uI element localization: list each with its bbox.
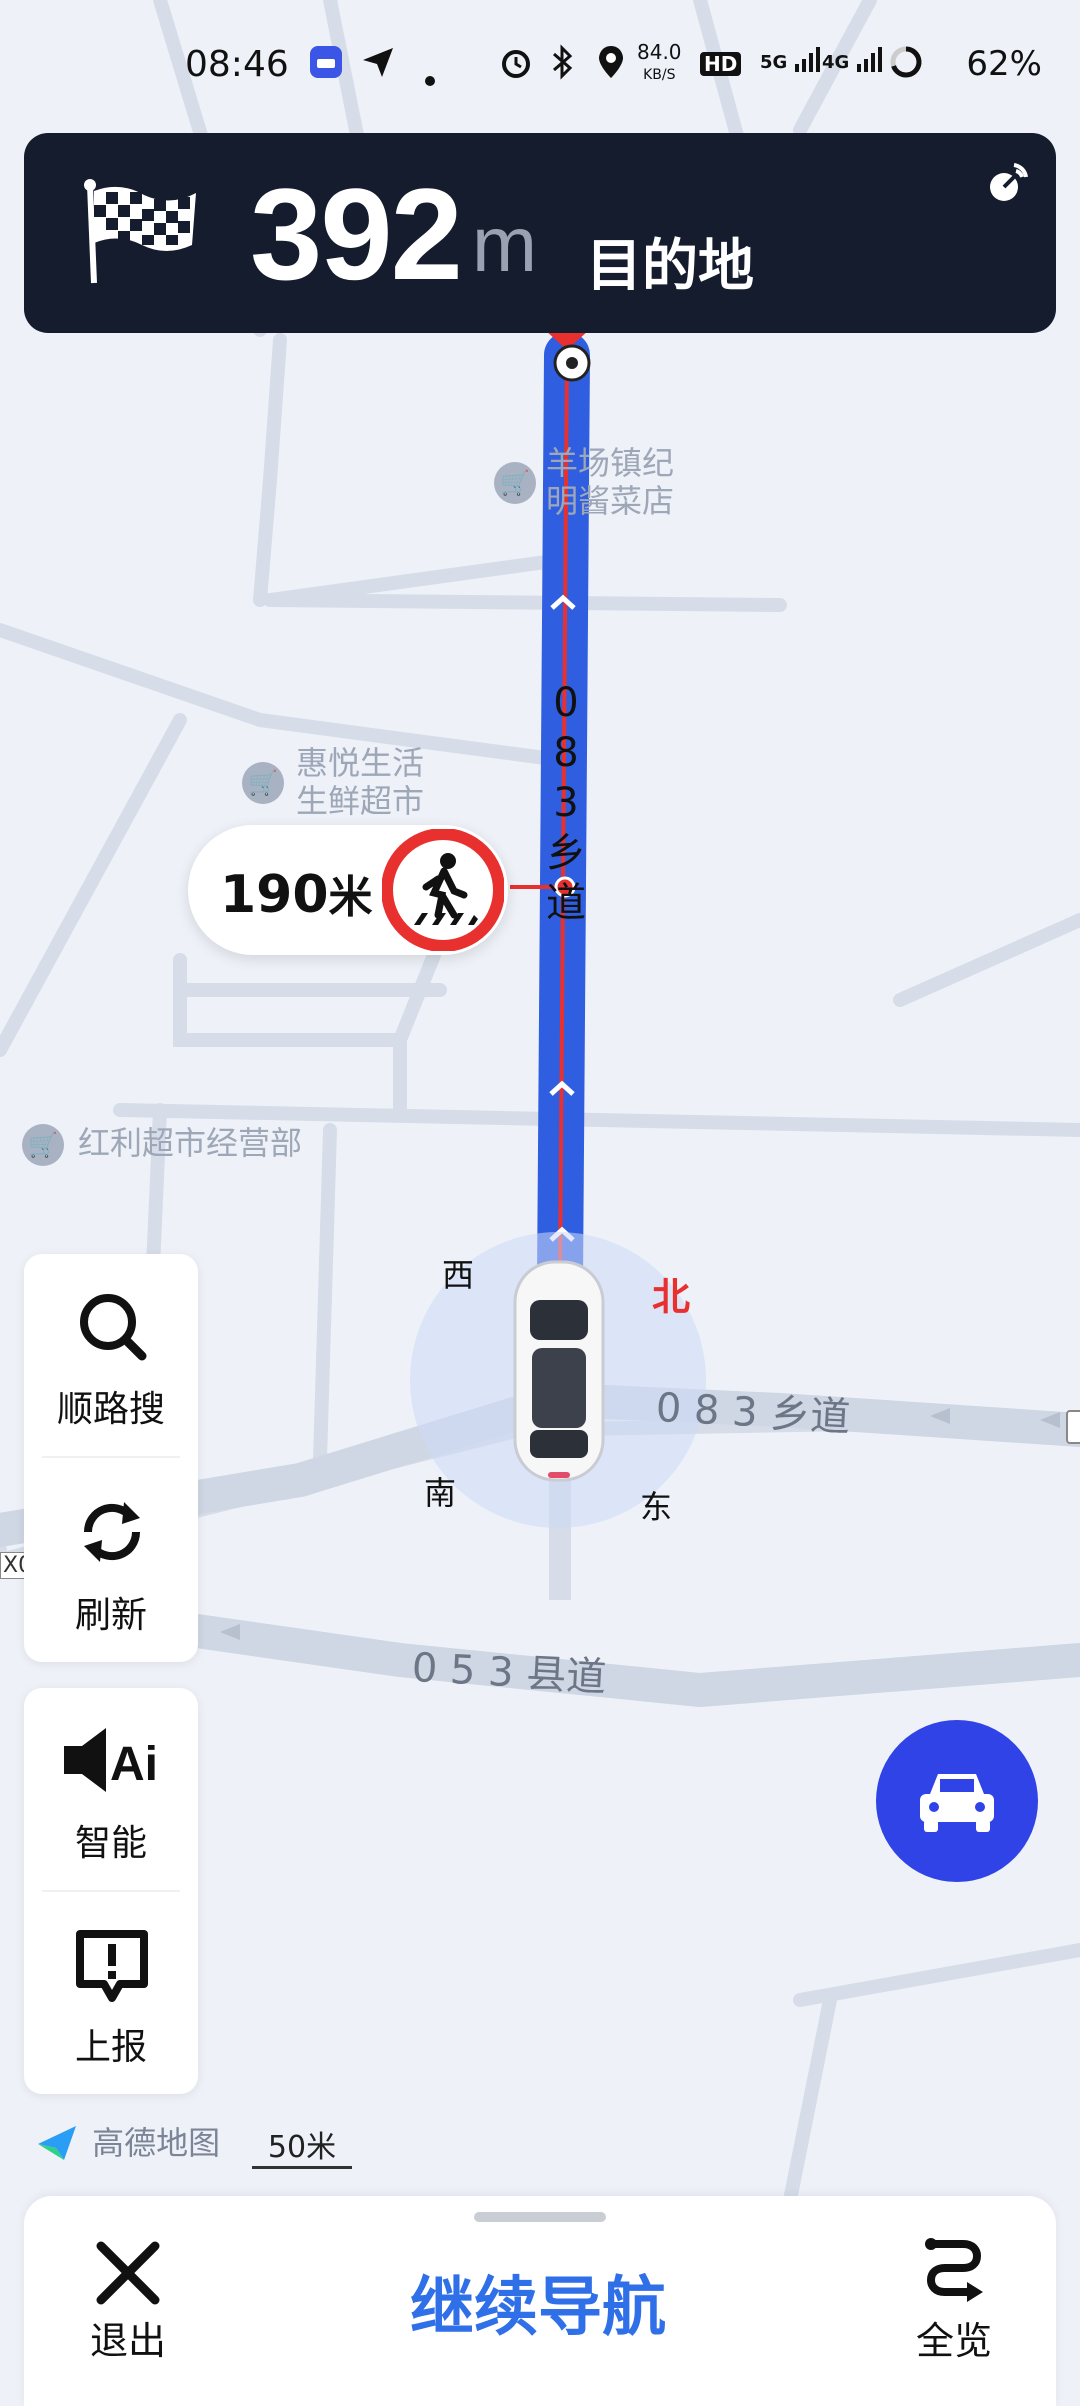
distance-value: 392 xyxy=(250,161,463,307)
overview-button[interactable]: 全览 xyxy=(884,2236,1024,2365)
smart-label: 智能 xyxy=(74,1823,147,1864)
shop-icon: 🛒 xyxy=(22,1124,64,1166)
bottom-bar: 退出 继续导航 全览 xyxy=(24,2196,1056,2406)
route-road-label: 0 8 3 乡 道 xyxy=(546,680,586,926)
gps-signal-icon[interactable] xyxy=(986,159,1032,209)
shop-icon: 🛒 xyxy=(494,462,536,504)
network-speed: 84.0 KB/S xyxy=(637,40,682,83)
report-button[interactable]: 上报 xyxy=(24,1892,198,2094)
brand-logo: 高德地图 xyxy=(36,2118,220,2164)
car-mode-button[interactable] xyxy=(876,1720,1038,1882)
location-icon xyxy=(596,44,626,89)
continue-navigation-button[interactable]: 继续导航 xyxy=(410,2256,666,2348)
exit-button[interactable]: 退出 xyxy=(58,2240,198,2365)
side-panel-tools: 顺路搜 刷新 xyxy=(24,1254,198,1662)
compass-east: 东 xyxy=(640,1488,673,1526)
smart-voice-button[interactable]: Ai 智能 xyxy=(24,1688,198,1890)
signal-icon: 4G xyxy=(822,46,882,74)
search-along-button[interactable]: 顺路搜 xyxy=(24,1254,198,1456)
alarm-icon xyxy=(498,44,534,89)
dot-icon xyxy=(424,56,436,96)
road-label-053: 0 5 3 县道 xyxy=(410,1644,608,1702)
svg-text:Ai: Ai xyxy=(110,1738,158,1791)
refresh-label: 刷新 xyxy=(74,1595,147,1636)
checkered-flag-icon xyxy=(80,177,200,291)
side-panel-actions: Ai 智能 上报 xyxy=(24,1688,198,2094)
battery-icon xyxy=(888,44,924,89)
refresh-button[interactable]: 刷新 xyxy=(24,1458,198,1662)
poi-name: 羊场镇纪 xyxy=(546,444,675,482)
map-scale: 50米 xyxy=(252,2122,352,2169)
shop-icon: 🛒 xyxy=(242,762,284,804)
poi-name: 红利超市经营部 xyxy=(78,1124,303,1162)
navigation-banner[interactable]: 392 m 目的地 xyxy=(24,133,1056,333)
send-icon xyxy=(360,44,396,89)
compass-west: 西 xyxy=(442,1256,475,1294)
speaker-ai-icon: Ai xyxy=(62,1724,162,1800)
car-app-icon xyxy=(308,44,344,89)
pedestrian-crossing-sign-icon xyxy=(381,828,505,955)
route-overview-icon xyxy=(925,2238,983,2302)
pedestrian-crossing-callout[interactable]: 190米 xyxy=(188,825,508,955)
poi-name: 惠悦生活 xyxy=(296,744,425,782)
road-label-083: 0 8 3 乡道 xyxy=(654,1384,852,1442)
compass-north: 北 xyxy=(652,1275,691,1319)
status-time: 08:46 xyxy=(185,44,289,85)
refresh-icon xyxy=(74,1494,150,1574)
search-icon xyxy=(76,1290,148,1366)
close-icon xyxy=(96,2241,160,2305)
road-shield xyxy=(1066,1410,1080,1444)
battery-percent: 62% xyxy=(966,44,1042,84)
destination-label: 目的地 xyxy=(586,234,754,299)
poi-name: 生鲜超市 xyxy=(296,782,425,820)
signal-icon: 5G xyxy=(760,46,820,74)
status-bar: 08:46 84.0 KB/S HD 5G 4G 62% xyxy=(0,0,1080,130)
search-along-label: 顺路搜 xyxy=(56,1389,165,1430)
callout-distance: 190米 xyxy=(220,865,373,925)
bluetooth-icon xyxy=(548,44,578,89)
drag-handle[interactable] xyxy=(474,2212,606,2222)
report-label: 上报 xyxy=(74,2027,147,2068)
distance-unit: m xyxy=(472,200,537,288)
overview-label: 全览 xyxy=(915,2319,992,2363)
report-icon xyxy=(74,1928,150,2008)
hd-icon: HD xyxy=(700,52,742,76)
compass-south: 南 xyxy=(424,1474,457,1512)
exit-label: 退出 xyxy=(89,2319,166,2363)
amap-logo-icon xyxy=(38,2126,76,2160)
car-icon xyxy=(916,1766,998,1840)
poi-name: 明酱菜店 xyxy=(546,482,675,520)
